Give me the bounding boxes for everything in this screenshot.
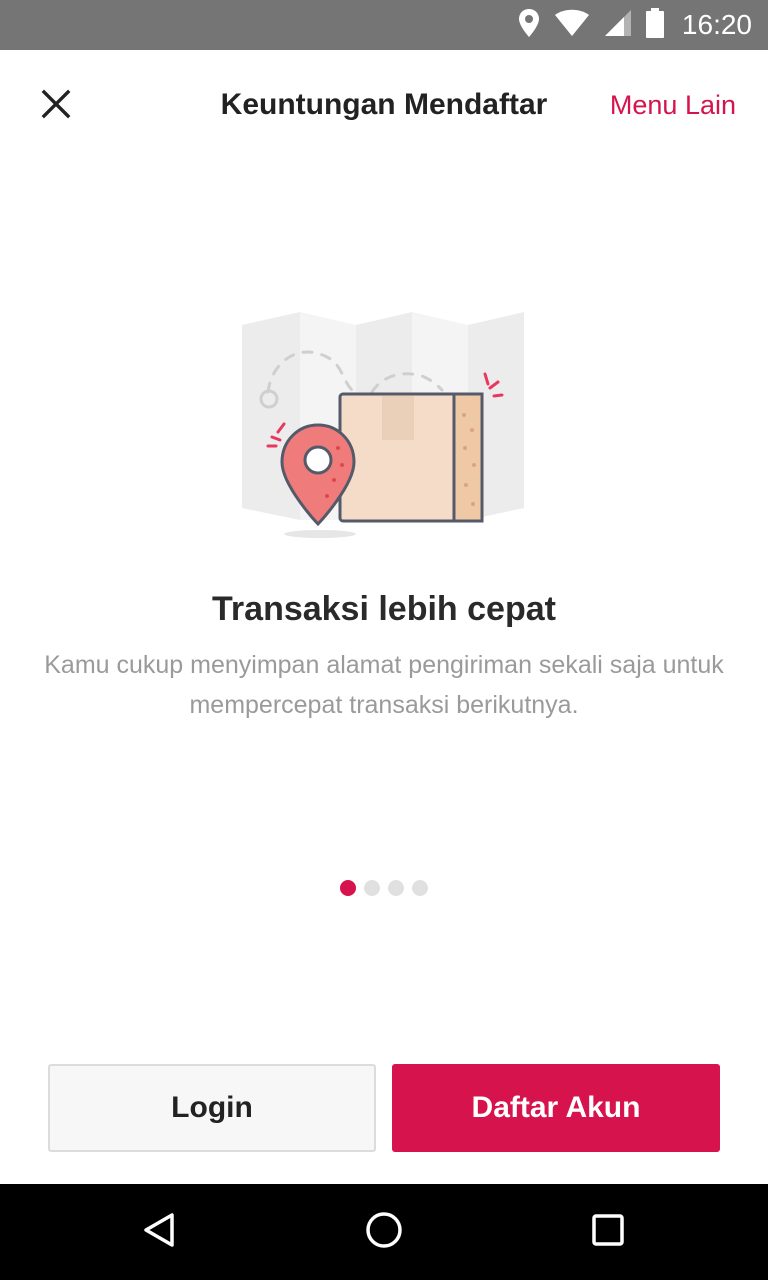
package-texture-dot — [472, 463, 476, 467]
pin-shadow — [284, 530, 356, 538]
system-nav-bar — [0, 1184, 768, 1280]
back-button[interactable] — [130, 1202, 190, 1262]
more-menu-link[interactable]: Menu Lain — [610, 90, 736, 121]
package-texture-dot — [470, 428, 474, 432]
page-indicator — [0, 880, 768, 896]
status-icons: 16:20 — [518, 0, 752, 50]
slide-title: Transaksi lebih cepat — [212, 590, 556, 628]
package-texture-dot — [471, 502, 475, 506]
package-tape — [382, 396, 414, 440]
map-pin-package-illustration — [232, 300, 532, 550]
status-bar: 16:20 — [0, 0, 768, 50]
battery-icon — [645, 7, 664, 43]
page-dot[interactable] — [364, 880, 380, 896]
signal-icon — [604, 9, 632, 42]
package-texture-dot — [462, 413, 466, 417]
page-dot[interactable] — [412, 880, 428, 896]
home-icon — [364, 1210, 404, 1255]
recent-apps-button[interactable] — [578, 1202, 638, 1262]
pin-texture-dot — [340, 463, 344, 467]
app-bar: Keuntungan Mendaftar Menu Lain — [0, 50, 768, 162]
page-dot-active[interactable] — [340, 880, 356, 896]
home-button[interactable] — [354, 1202, 414, 1262]
package-texture-dot — [464, 483, 468, 487]
wifi-icon — [554, 9, 590, 42]
pin-texture-dot — [325, 494, 329, 498]
login-button[interactable]: Login — [48, 1064, 376, 1152]
package-side — [452, 392, 484, 523]
page-dot[interactable] — [388, 880, 404, 896]
location-icon — [518, 8, 540, 43]
back-icon — [140, 1210, 180, 1255]
location-pin-hole — [303, 445, 333, 475]
package-texture-dot — [463, 446, 467, 450]
pin-texture-dot — [336, 446, 340, 450]
recent-apps-icon — [588, 1210, 628, 1255]
status-time: 16:20 — [681, 9, 752, 40]
pin-texture-dot — [332, 478, 336, 482]
register-button[interactable]: Daftar Akun — [392, 1064, 720, 1152]
slide-description: Kamu cukup menyimpan alamat pengiriman s… — [44, 651, 724, 719]
